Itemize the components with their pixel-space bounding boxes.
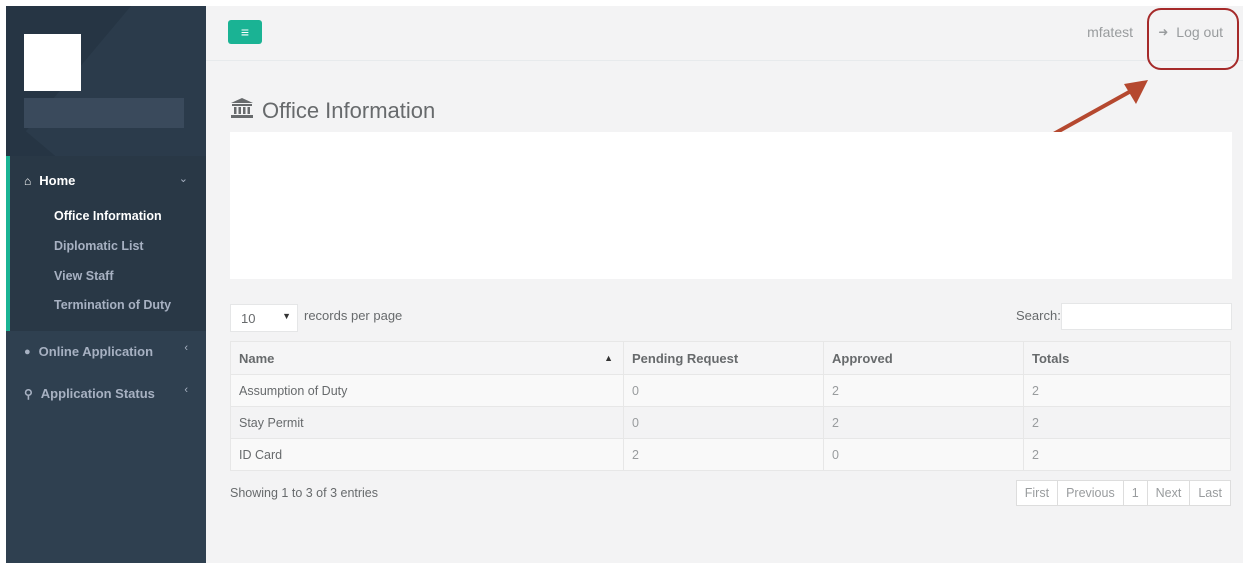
table-cell: 0 <box>623 406 824 439</box>
pagination: First Previous 1 Next Last <box>1015 480 1231 506</box>
caret-down-icon: ▼ <box>282 311 291 321</box>
sidebar: ⌂ Home ⌄ Office Information Diplomatic L… <box>6 6 206 563</box>
column-header-label: Totals <box>1032 350 1070 366</box>
column-header-approved[interactable]: Approved <box>823 341 1024 375</box>
institution-icon <box>230 97 254 125</box>
username-label: mfatest <box>1087 24 1133 40</box>
table-info: Showing 1 to 3 of 3 entries <box>230 486 379 500</box>
table-cell: 0 <box>623 374 824 407</box>
column-header-label: Name <box>239 350 275 366</box>
sidebar-item-application-status[interactable]: ⚲ Application Status <box>24 386 155 401</box>
sidebar-item-label: Online Application <box>38 344 154 359</box>
pagination-page-1[interactable]: 1 <box>1122 481 1147 505</box>
chevron-left-icon: ‹ <box>184 384 188 396</box>
column-header-name[interactable]: Name ▲ <box>230 341 624 375</box>
table-cell: 2 <box>1023 406 1231 439</box>
app-frame: ⌂ Home ⌄ Office Information Diplomatic L… <box>6 6 1243 563</box>
sidebar-item-home[interactable]: ⌂ Home <box>24 173 75 188</box>
table-cell: 2 <box>1023 374 1231 407</box>
table-cell: 2 <box>823 374 1024 407</box>
table-row: Stay Permit 0 2 2 <box>230 406 1231 439</box>
column-header-pending[interactable]: Pending Request <box>623 341 824 375</box>
sidebar-subitem-view-staff[interactable]: View Staff <box>54 269 114 283</box>
pagination-last[interactable]: Last <box>1189 481 1230 505</box>
menu-toggle-button[interactable]: ≡ <box>228 20 262 44</box>
sidebar-item-online-application[interactable]: ● Online Application <box>24 344 153 359</box>
data-table: Name ▲ Pending Request Approved Totals A… <box>230 341 1231 471</box>
sidebar-item-label: Application Status <box>40 386 155 401</box>
page-length-label: records per page <box>304 308 403 323</box>
table-row: Assumption of Duty 0 2 2 <box>230 374 1231 407</box>
annotation-circle <box>1147 8 1239 70</box>
sidebar-item-label: Home <box>39 173 76 188</box>
hamburger-icon: ≡ <box>240 24 250 40</box>
user-icon: ● <box>24 345 31 358</box>
table-row: ID Card 2 0 2 <box>230 438 1231 471</box>
search-icon: ⚲ <box>24 386 33 401</box>
sidebar-subitem-office-information[interactable]: Office Information <box>54 209 162 223</box>
pagination-first[interactable]: First <box>1017 481 1057 505</box>
search-input[interactable] <box>1061 303 1232 330</box>
pagination-previous[interactable]: Previous <box>1057 481 1123 505</box>
sidebar-subitem-diplomatic-list[interactable]: Diplomatic List <box>54 239 144 253</box>
table-cell: 2 <box>823 406 1024 439</box>
table-cell: Stay Permit <box>230 406 624 439</box>
main-content: ≡ mfatest ➜ Log out Office Information 1… <box>206 6 1243 563</box>
sidebar-subitem-termination-of-duty[interactable]: Termination of Duty <box>54 298 171 312</box>
table-cell: 2 <box>623 438 824 471</box>
profile-logo <box>24 34 81 91</box>
page-length-select[interactable]: 10 ▼ <box>230 304 298 332</box>
table-cell: 0 <box>823 438 1024 471</box>
home-icon: ⌂ <box>24 173 32 188</box>
column-header-label: Pending Request <box>632 350 739 366</box>
table-cell: 2 <box>1023 438 1231 471</box>
sort-ascending-icon: ▲ <box>604 353 613 363</box>
page-title-text: Office Information <box>262 98 436 123</box>
table-header-row: Name ▲ Pending Request Approved Totals <box>230 341 1231 375</box>
page-length-value: 10 <box>241 311 256 326</box>
search-label: Search: <box>1016 308 1061 323</box>
top-navbar: ≡ mfatest ➜ Log out <box>206 6 1243 70</box>
page-title: Office Information <box>230 97 435 125</box>
profile-name-placeholder <box>24 98 184 128</box>
chevron-down-icon: ⌄ <box>178 173 188 185</box>
sidebar-profile <box>6 6 206 156</box>
column-header-totals[interactable]: Totals <box>1023 341 1231 375</box>
table-cell: ID Card <box>230 438 624 471</box>
column-header-label: Approved <box>832 350 893 366</box>
table-cell: Assumption of Duty <box>230 374 624 407</box>
pagination-next[interactable]: Next <box>1146 481 1190 505</box>
info-panel <box>230 132 1232 279</box>
chevron-left-icon: ‹ <box>184 342 188 354</box>
